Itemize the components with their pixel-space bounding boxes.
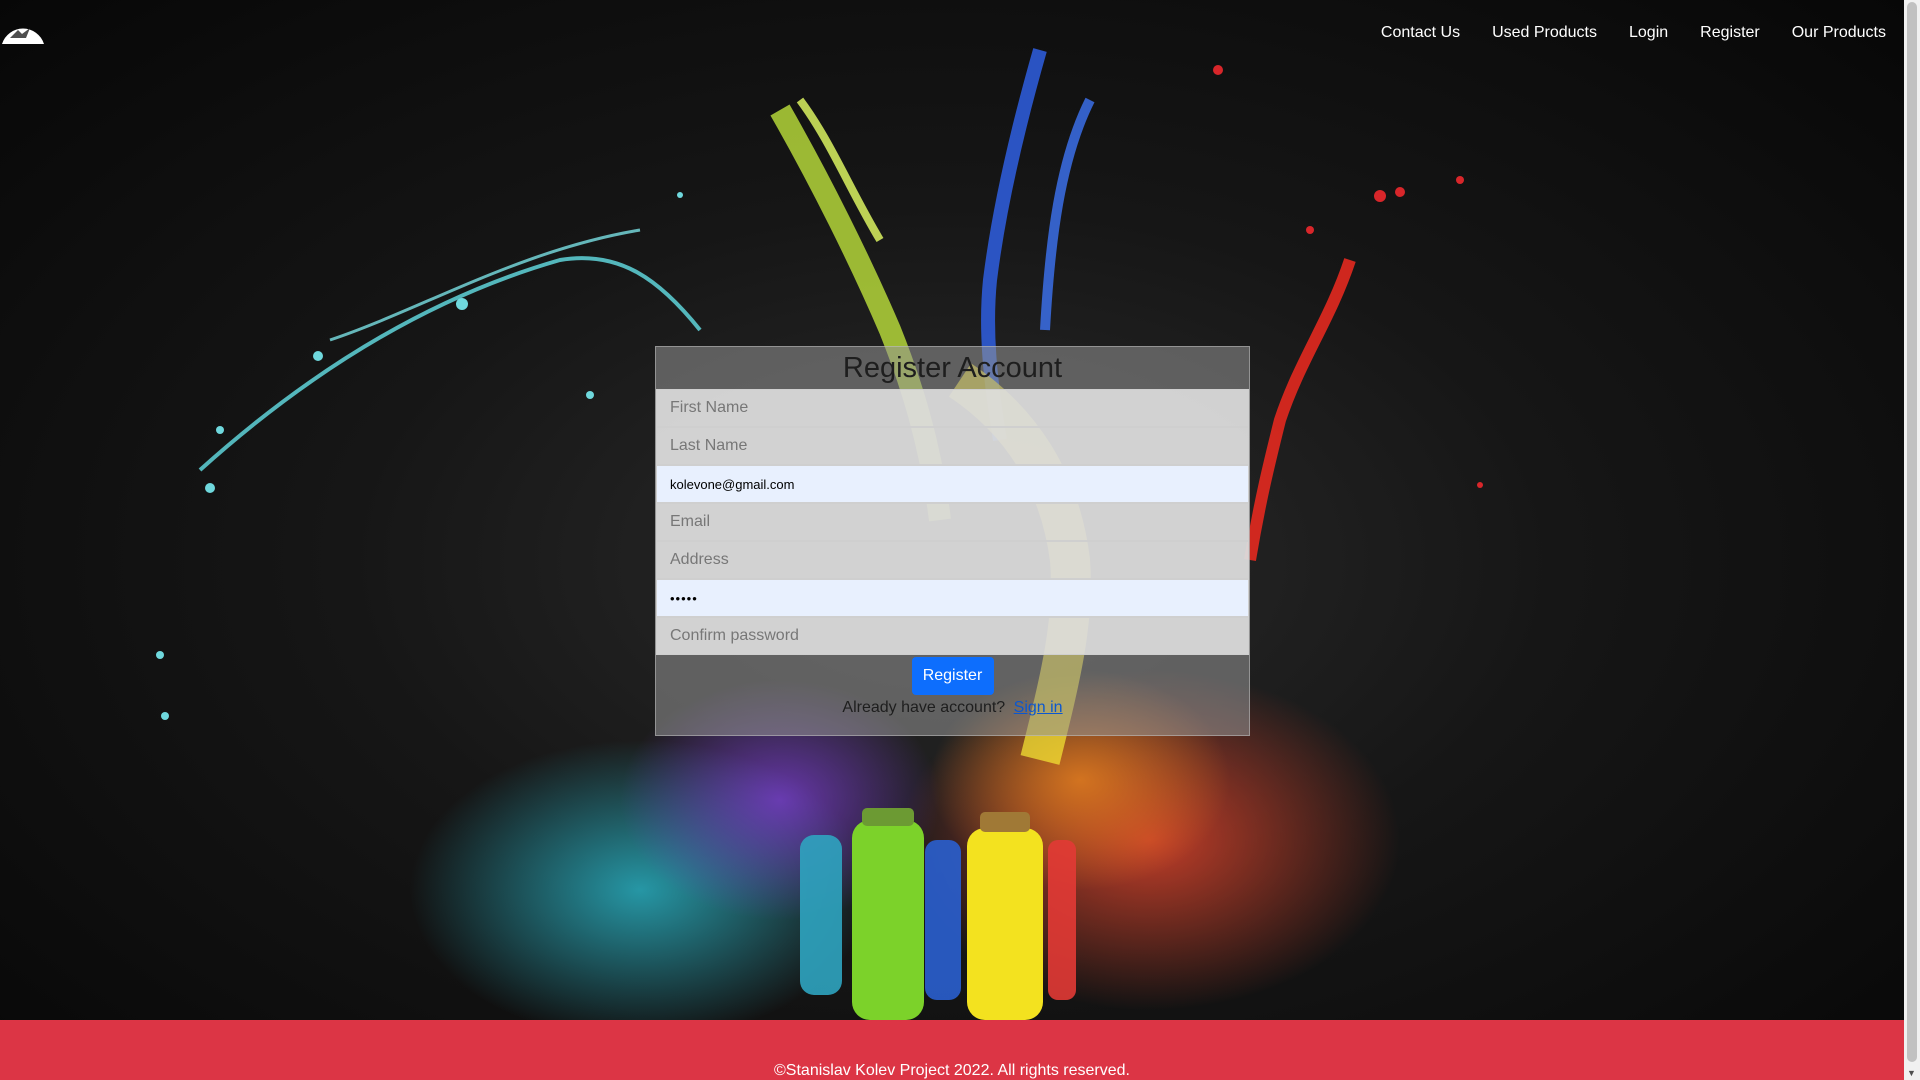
- register-form-card: Register Account Register Already have a…: [655, 346, 1250, 736]
- nav-used-products[interactable]: Used Products: [1492, 24, 1597, 42]
- scroll-down-arrow-icon[interactable]: ▼: [1907, 1068, 1916, 1078]
- first-name-field[interactable]: [656, 389, 1249, 427]
- bird-logo-icon[interactable]: [0, 8, 46, 46]
- signin-link[interactable]: Sign in: [1014, 699, 1063, 716]
- email-field[interactable]: [656, 503, 1249, 541]
- password-field[interactable]: [656, 579, 1249, 617]
- address-field[interactable]: [656, 541, 1249, 579]
- confirm-password-field[interactable]: [656, 617, 1249, 655]
- nav-login[interactable]: Login: [1629, 24, 1668, 42]
- nav-contact-us[interactable]: Contact Us: [1381, 24, 1460, 42]
- scrollbar-thumb[interactable]: [1907, 2, 1917, 1062]
- vertical-scrollbar[interactable]: ▼: [1904, 0, 1920, 1080]
- username-field[interactable]: [656, 465, 1249, 503]
- signin-prompt: Already have account?: [842, 699, 1006, 716]
- nav-register[interactable]: Register: [1700, 24, 1760, 42]
- register-button[interactable]: Register: [911, 657, 994, 695]
- signin-row: Already have account? Sign in: [656, 699, 1249, 717]
- footer-copyright: ©Stanislav Kolev Project 2022. All right…: [774, 1062, 1130, 1079]
- nav-our-products[interactable]: Our Products: [1792, 24, 1886, 42]
- footer: ©Stanislav Kolev Project 2022. All right…: [0, 1020, 1904, 1080]
- last-name-field[interactable]: [656, 427, 1249, 465]
- form-title: Register Account: [842, 352, 1063, 384]
- top-navigation: Contact Us Used Products Login Register …: [1349, 24, 1886, 42]
